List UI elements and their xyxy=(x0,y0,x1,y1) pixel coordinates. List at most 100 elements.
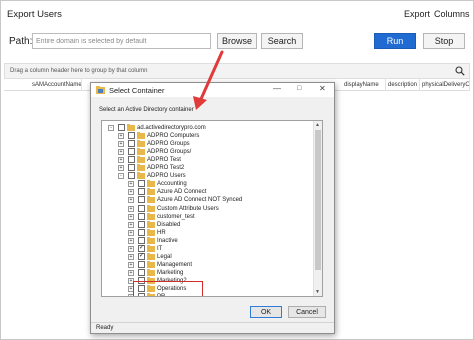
close-icon[interactable]: ✕ xyxy=(319,84,326,93)
tree-checkbox[interactable] xyxy=(128,140,135,148)
collapse-icon[interactable]: - xyxy=(118,173,124,180)
tree-checkbox[interactable] xyxy=(138,204,145,212)
expand-icon[interactable]: + xyxy=(128,221,134,228)
expand-icon[interactable]: + xyxy=(128,245,134,252)
tree-item-label: ADPRO Test xyxy=(147,157,181,164)
expand-icon[interactable]: + xyxy=(118,141,124,148)
tree-item[interactable]: + Inactive xyxy=(102,236,314,245)
tree-checkbox[interactable] xyxy=(138,236,145,244)
tree-item-label: ADPRO Groups/ xyxy=(147,149,192,156)
expand-icon[interactable]: + xyxy=(118,157,124,164)
expand-icon[interactable]: + xyxy=(128,269,134,276)
export-menu[interactable]: Export xyxy=(404,9,430,19)
container-tree[interactable]: - ad.activedirectorypro.com + ADPRO Compute… xyxy=(101,120,323,297)
tree-checkbox[interactable] xyxy=(128,132,135,140)
tree-item[interactable]: + ADPRO Computers xyxy=(102,132,314,140)
dialog-titlebar[interactable]: Select Container — □ ✕ xyxy=(91,83,334,97)
folder-icon xyxy=(147,180,155,188)
tree-item[interactable]: + HR xyxy=(102,228,314,237)
tree-item[interactable]: + Azure AD Connect xyxy=(102,188,314,196)
columns-menu[interactable]: Columns xyxy=(434,9,470,19)
scroll-thumb[interactable] xyxy=(315,130,321,270)
path-input[interactable] xyxy=(32,33,211,49)
expand-icon[interactable]: + xyxy=(128,229,134,236)
tree-item[interactable]: + ADPRO Groups xyxy=(102,140,314,148)
folder-icon xyxy=(147,212,155,220)
group-panel[interactable]: Drag a column header here to group by th… xyxy=(4,63,470,79)
path-label: Path: xyxy=(9,36,33,47)
scroll-up-icon[interactable]: ▲ xyxy=(315,122,320,128)
cancel-button[interactable]: Cancel xyxy=(288,306,326,318)
status-bar: Ready xyxy=(91,322,334,333)
tree-item[interactable]: - ad.activedirectorypro.com xyxy=(102,124,314,132)
folder-icon xyxy=(147,236,155,244)
stop-button[interactable]: Stop xyxy=(423,33,465,49)
tree-item[interactable]: + ADPRO Test xyxy=(102,156,314,164)
tree-item-label: ADPRO Computers xyxy=(147,133,200,140)
browse-button[interactable]: Browse xyxy=(217,33,257,49)
tree-item[interactable]: + customer_test xyxy=(102,212,314,221)
folder-icon xyxy=(147,204,155,212)
expand-icon[interactable]: + xyxy=(118,165,124,172)
tree-item[interactable]: + Accounting xyxy=(102,180,314,188)
tree-checkbox[interactable] xyxy=(118,124,125,131)
column-header[interactable]: sAMAccountName xyxy=(30,79,82,91)
tree-item[interactable]: - ADPRO Users xyxy=(102,172,314,180)
tree-checkbox[interactable] xyxy=(138,196,145,204)
expand-icon[interactable]: + xyxy=(128,181,134,188)
tree-checkbox[interactable] xyxy=(138,212,145,220)
tree-scrollbar[interactable]: ▲ ▼ xyxy=(313,121,322,296)
tree-item[interactable]: + ADPRO Test2 xyxy=(102,164,314,172)
tree-checkbox[interactable] xyxy=(138,268,145,276)
tree-item[interactable]: + Management xyxy=(102,260,314,269)
column-header[interactable]: description xyxy=(386,79,420,91)
search-button[interactable]: Search xyxy=(261,33,303,49)
tree-item-label: Inactive xyxy=(157,237,178,244)
page-title: Export Users xyxy=(7,9,62,20)
tree-checkbox[interactable] xyxy=(138,220,145,228)
expand-icon[interactable]: + xyxy=(128,197,134,204)
collapse-icon[interactable]: - xyxy=(108,125,114,131)
ok-button[interactable]: OK xyxy=(250,306,282,318)
tree-checkbox[interactable] xyxy=(138,180,145,188)
tree-checkbox[interactable] xyxy=(128,172,135,180)
folder-icon xyxy=(137,140,145,148)
tree-item[interactable]: + Azure AD Connect NOT Synced xyxy=(102,196,314,204)
maximize-icon[interactable]: □ xyxy=(297,85,301,92)
column-header[interactable]: physicalDeliveryOfficeName xyxy=(420,79,470,91)
tree-item-label: Accounting xyxy=(157,181,187,188)
tree-item-label: Azure AD Connect xyxy=(157,189,207,196)
tree-item-label: Azure AD Connect NOT Synced xyxy=(157,197,243,204)
tree-checkbox[interactable] xyxy=(138,188,145,196)
tree-checkbox[interactable] xyxy=(138,260,145,268)
tree-item[interactable]: + Custom Attribute Users xyxy=(102,204,314,213)
run-button[interactable]: Run xyxy=(374,33,416,49)
tree-checkbox[interactable]: ✓ xyxy=(138,252,145,260)
folder-icon xyxy=(137,148,145,156)
tree-item[interactable]: + ✓ Legal xyxy=(102,252,314,261)
tree-checkbox[interactable]: ✓ xyxy=(138,244,145,252)
tree-item[interactable]: + ADPRO Groups/ xyxy=(102,148,314,156)
expand-icon[interactable]: + xyxy=(128,237,134,244)
expand-icon[interactable]: + xyxy=(128,205,134,212)
tree-checkbox[interactable] xyxy=(138,228,145,236)
tree-checkbox[interactable] xyxy=(128,148,135,156)
expand-icon[interactable]: + xyxy=(128,189,134,196)
expand-icon[interactable]: + xyxy=(128,253,134,260)
tree-checkbox[interactable] xyxy=(128,164,135,172)
expand-icon[interactable]: + xyxy=(128,213,134,220)
expand-icon[interactable]: + xyxy=(128,261,134,268)
scroll-down-icon[interactable]: ▼ xyxy=(315,289,320,295)
tree-checkbox[interactable] xyxy=(128,156,135,164)
tree-item[interactable]: + ✓ IT xyxy=(102,244,314,253)
search-icon[interactable] xyxy=(455,66,465,76)
column-header[interactable]: displayName xyxy=(342,79,386,91)
tree-item[interactable]: + Disabled xyxy=(102,220,314,229)
group-hint: Drag a column header here to group by th… xyxy=(10,68,148,74)
expand-icon[interactable]: + xyxy=(118,133,124,140)
minimize-icon[interactable]: — xyxy=(273,84,281,93)
tree-item[interactable]: + Marketing xyxy=(102,268,314,277)
dialog-instruction: Select an Active Directory container xyxy=(99,107,194,113)
tree-item-label: HR xyxy=(157,229,166,236)
expand-icon[interactable]: + xyxy=(118,149,124,156)
